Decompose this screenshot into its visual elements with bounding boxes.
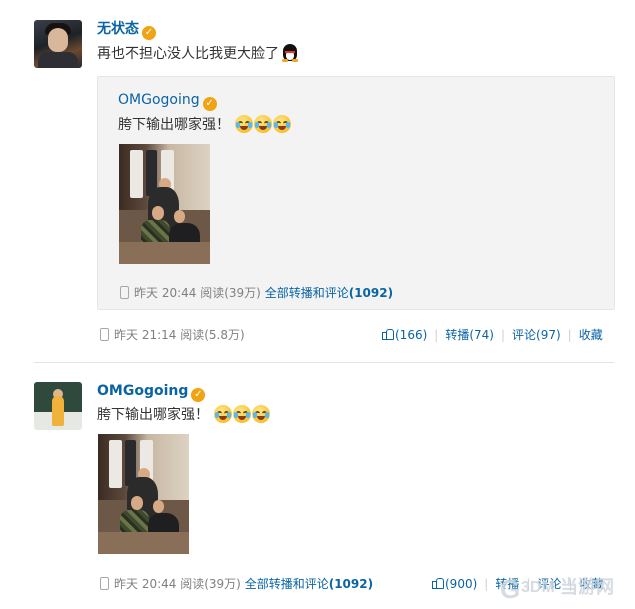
like-button[interactable]: (900)	[432, 577, 477, 591]
mobile-icon	[100, 577, 109, 590]
favorite-button[interactable]: 收藏	[579, 328, 603, 342]
thumbs-up-icon	[432, 578, 444, 589]
post2-all-count[interactable]: (1092)	[329, 577, 373, 591]
post2-time[interactable]: 昨天 20:44	[114, 577, 176, 591]
laugh-cry-icon	[252, 405, 271, 423]
repost-photo[interactable]	[119, 144, 210, 264]
watermark-brand-text: 3DM	[521, 579, 555, 596]
post2-all-link[interactable]: 全部转播和评论(1092)	[245, 577, 373, 591]
thumbs-up-icon	[382, 329, 394, 340]
separator: |	[500, 328, 506, 342]
watermark-brand: 3DM	[521, 578, 555, 598]
laugh-cry-icon	[235, 115, 254, 133]
post2-all-link-text[interactable]: 全部转播和评论	[245, 577, 329, 591]
watermark-site-text: 当游网	[560, 577, 614, 597]
laugh-cry-icon	[233, 405, 252, 423]
repost-time[interactable]: 昨天 20:44	[134, 286, 196, 300]
repost-reads: 阅读(39万)	[200, 286, 261, 300]
post2-author-name[interactable]: OMGogoing	[97, 383, 188, 399]
repost-text: 胯下输出哪家强！	[118, 115, 292, 134]
mobile-icon	[100, 328, 109, 341]
post1-actions: (166) | 转播(74) | 评论(97) | 收藏	[382, 327, 603, 343]
post2-reads: 阅读(39万)	[180, 577, 241, 591]
repost-box: OMGogoing ✓ 胯下输出哪家强！ 昨天 20:44 阅读(39万) 全部转…	[97, 76, 615, 310]
repost-all-link-text[interactable]: 全部转播和评论	[265, 286, 349, 300]
separator: |	[484, 577, 489, 591]
post1-text-content: 再也不担心没人比我更大脸了	[97, 46, 279, 62]
laugh-cry-icon	[214, 405, 233, 423]
avatar[interactable]	[34, 20, 82, 68]
repost-all-count[interactable]: (1092)	[349, 286, 393, 300]
post-divider	[34, 362, 614, 363]
like-count[interactable]: (900)	[445, 577, 477, 591]
post1-meta: 昨天 21:14 阅读(5.8万)	[100, 327, 245, 343]
avatar-body	[52, 396, 64, 426]
post1-reads: 阅读(5.8万)	[180, 328, 245, 342]
separator: |	[434, 328, 439, 342]
post2-meta: 昨天 20:44 阅读(39万) 全部转播和评论(1092)	[100, 576, 373, 592]
post2-author[interactable]: OMGogoing ✓	[97, 382, 206, 402]
avatar[interactable]	[34, 382, 82, 430]
post1-text: 再也不担心没人比我更大脸了	[97, 44, 298, 63]
repost-author-name[interactable]: OMGogoing	[118, 92, 200, 108]
avatar-face	[48, 28, 68, 52]
laugh-cry-icon	[273, 115, 292, 133]
separator: |	[567, 328, 572, 342]
qq-penguin-icon	[282, 44, 298, 62]
post2-photo[interactable]	[98, 434, 189, 554]
post1-time[interactable]: 昨天 21:14	[114, 328, 176, 342]
avatar-body	[38, 52, 78, 68]
watermark-logo: G	[500, 574, 520, 604]
repost-meta: 昨天 20:44 阅读(39万) 全部转播和评论(1092)	[120, 285, 393, 301]
post2-text: 胯下输出哪家强！	[97, 405, 271, 424]
laugh-cry-icon	[254, 115, 273, 133]
post2-text-content: 胯下输出哪家强！	[97, 407, 209, 423]
like-button[interactable]: (166)	[382, 328, 427, 342]
repost-author[interactable]: OMGogoing ✓	[118, 91, 217, 111]
verified-badge-icon: ✓	[142, 26, 156, 40]
watermark-logo-letter: G	[500, 574, 521, 604]
post1-author[interactable]: 无状态 ✓	[97, 20, 156, 40]
repost-all-link[interactable]: 全部转播和评论(1092)	[265, 286, 393, 300]
comment-button[interactable]: 评论(97)	[512, 328, 561, 342]
watermark-site: 当游网	[560, 576, 614, 598]
post1-author-name[interactable]: 无状态	[97, 21, 139, 37]
mobile-icon	[120, 286, 129, 299]
like-count[interactable]: (166)	[395, 328, 427, 342]
repost-text-content: 胯下输出哪家强！	[118, 117, 230, 133]
forward-button[interactable]: 转播(74)	[445, 328, 494, 342]
verified-badge-icon: ✓	[191, 388, 206, 402]
verified-badge-icon: ✓	[202, 97, 217, 111]
